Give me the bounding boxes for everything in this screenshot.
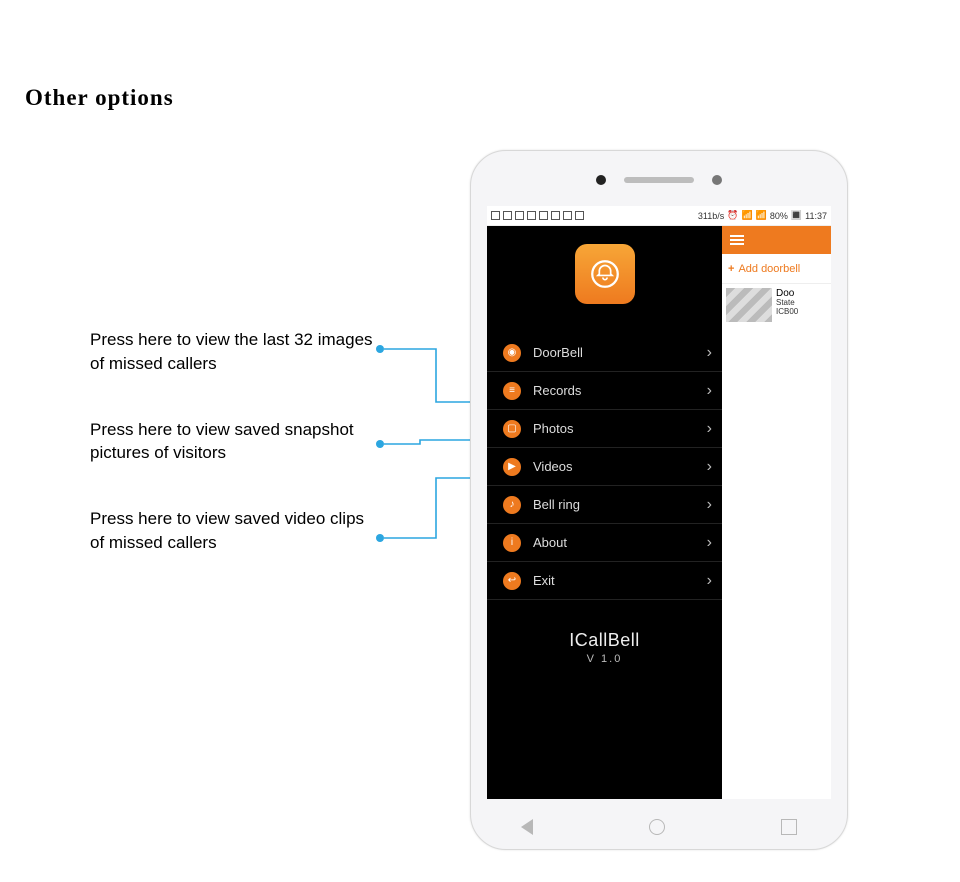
device-id: ICB00 — [776, 308, 798, 317]
menu-label: Bell ring — [533, 497, 707, 512]
status-icon-refresh — [551, 211, 560, 220]
status-left-icons — [491, 211, 584, 220]
annotation-2: Press here to view saved snapshot pictur… — [90, 418, 380, 466]
add-doorbell-label: Add doorbell — [738, 263, 800, 275]
connector-dot-1 — [376, 345, 384, 353]
drawer-menu: ◉ DoorBell › ≡ Records › ▢ Photos › ▶ Vi… — [487, 226, 722, 799]
annotations-block: Press here to view the last 32 images of… — [90, 328, 380, 555]
right-panel: + Add doorbell Doo State ICB00 — [722, 226, 831, 799]
plus-icon: + — [728, 263, 734, 275]
about-icon: i — [503, 534, 521, 552]
menu-item-exit[interactable]: ↩ Exit › — [487, 562, 722, 600]
phone-sensors — [471, 173, 847, 187]
doorbell-icon: ◉ — [503, 344, 521, 362]
phone-screen: 311b/s ⏰ 📶 📶 80% 🔳 11:37 — [487, 206, 831, 799]
connector-dot-3 — [376, 534, 384, 542]
chevron-right-icon: › — [707, 344, 712, 362]
status-icon-sync — [575, 211, 584, 220]
bellring-icon: ♪ — [503, 496, 521, 514]
annotation-3: Press here to view saved video clips of … — [90, 507, 380, 555]
add-doorbell-button[interactable]: + Add doorbell — [722, 254, 831, 284]
status-bar: 311b/s ⏰ 📶 📶 80% 🔳 11:37 — [487, 206, 831, 226]
alarm-icon: ⏰ — [727, 210, 738, 221]
right-panel-header[interactable] — [722, 226, 831, 254]
status-icon-trash — [515, 211, 524, 220]
wifi-icon: 📶 — [741, 210, 752, 221]
menu-label: About — [533, 535, 707, 550]
chevron-right-icon: › — [707, 458, 712, 476]
menu-item-videos[interactable]: ▶ Videos › — [487, 448, 722, 486]
status-icon-globe — [563, 211, 572, 220]
status-time: 11:37 — [805, 211, 827, 221]
nav-home-icon[interactable] — [649, 819, 665, 835]
annotation-1: Press here to view the last 32 images of… — [90, 328, 380, 376]
chevron-right-icon: › — [707, 534, 712, 552]
status-icon-user — [503, 211, 512, 220]
app-logo — [575, 244, 635, 304]
menu-item-doorbell[interactable]: ◉ DoorBell › — [487, 334, 722, 372]
menu-item-photos[interactable]: ▢ Photos › — [487, 410, 722, 448]
device-thumbnail — [726, 288, 772, 322]
brand-name: ICallBell — [487, 630, 722, 651]
page-title: Other options — [25, 85, 174, 111]
android-nav-bar — [521, 819, 797, 835]
sensor-speaker-icon — [624, 177, 694, 183]
photos-icon: ▢ — [503, 420, 521, 438]
app-logo-wrap — [487, 244, 722, 304]
status-battery-pct: 80% — [770, 211, 788, 221]
status-icon-image — [539, 211, 548, 220]
sensor-camera2-icon — [712, 175, 722, 185]
brand-version: V 1.0 — [487, 653, 722, 665]
battery-icon: 🔳 — [791, 210, 802, 221]
status-speed: 311b/s — [698, 211, 724, 221]
app-body: ◉ DoorBell › ≡ Records › ▢ Photos › ▶ Vi… — [487, 226, 831, 799]
nav-back-icon[interactable] — [521, 819, 533, 835]
hamburger-icon — [730, 235, 744, 245]
exit-icon: ↩ — [503, 572, 521, 590]
device-meta: Doo State ICB00 — [776, 288, 798, 322]
menu-label: DoorBell — [533, 345, 707, 360]
chevron-right-icon: › — [707, 382, 712, 400]
phone-frame: 311b/s ⏰ 📶 📶 80% 🔳 11:37 — [470, 150, 848, 850]
menu-item-about[interactable]: i About › — [487, 524, 722, 562]
menu-item-records[interactable]: ≡ Records › — [487, 372, 722, 410]
status-icon-tab — [527, 211, 536, 220]
videos-icon: ▶ — [503, 458, 521, 476]
connector-dot-2 — [376, 440, 384, 448]
menu-label: Photos — [533, 421, 707, 436]
nav-recent-icon[interactable] — [781, 819, 797, 835]
records-icon: ≡ — [503, 382, 521, 400]
device-row[interactable]: Doo State ICB00 — [722, 284, 831, 326]
menu-label: Records — [533, 383, 707, 398]
menu-item-bellring[interactable]: ♪ Bell ring › — [487, 486, 722, 524]
menu-label: Videos — [533, 459, 707, 474]
chevron-right-icon: › — [707, 420, 712, 438]
sensor-camera-icon — [596, 175, 606, 185]
brand-block: ICallBell V 1.0 — [487, 630, 722, 665]
signal-icon: 📶 — [756, 210, 767, 221]
chevron-right-icon: › — [707, 572, 712, 590]
bell-icon — [588, 257, 622, 291]
menu-label: Exit — [533, 573, 707, 588]
chevron-right-icon: › — [707, 496, 712, 514]
status-icon-app — [491, 211, 500, 220]
status-right: 311b/s ⏰ 📶 📶 80% 🔳 11:37 — [698, 210, 827, 221]
